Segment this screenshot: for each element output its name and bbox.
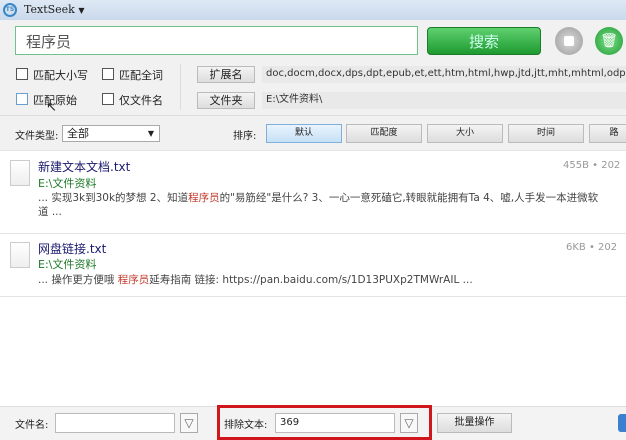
sort-label: 排序: bbox=[233, 131, 257, 142]
filename-input[interactable] bbox=[55, 413, 175, 433]
highlight-box bbox=[217, 405, 432, 440]
result-path[interactable]: E:\文件资料 bbox=[38, 175, 96, 191]
filetype-label: 文件类型: bbox=[15, 131, 59, 142]
sort-relevance-button[interactable]: 匹配度 bbox=[346, 124, 422, 143]
filter-icon[interactable]: ▽ bbox=[180, 413, 198, 433]
result-title[interactable]: 网盘链接.txt bbox=[38, 240, 106, 257]
app-menu[interactable]: TextSeek ▼ bbox=[24, 3, 85, 16]
title-bar: TS TextSeek ▼ bbox=[0, 0, 626, 20]
scroll-up-icon[interactable] bbox=[618, 414, 626, 432]
file-icon bbox=[10, 242, 30, 268]
extension-button[interactable]: 扩展名 bbox=[197, 66, 255, 83]
divider bbox=[0, 296, 626, 297]
batch-operation-button[interactable]: 批量操作 bbox=[437, 413, 512, 433]
folder-field[interactable]: E:\文件资料\ bbox=[262, 92, 626, 109]
divider bbox=[180, 64, 181, 110]
result-title[interactable]: 新建文本文档.txt bbox=[38, 158, 130, 175]
app-logo-icon: TS bbox=[3, 3, 17, 17]
dropdown-icon: ▼ bbox=[78, 6, 85, 15]
file-icon bbox=[10, 160, 30, 186]
filename-only-label: 仅文件名 bbox=[119, 94, 163, 107]
filetype-select[interactable]: 全部 ▼ bbox=[62, 125, 160, 142]
filetype-value: 全部 bbox=[67, 127, 89, 140]
result-snippet: ... 操作更方便哦 程序员延寿指南 链接: https://pan.baidu… bbox=[38, 274, 473, 286]
result-snippet: ... 实现3k到30k的梦想 2、知道程序员的"易筋经"是什么? 3、一心一意… bbox=[38, 192, 599, 204]
match-word-label: 匹配全词 bbox=[119, 69, 163, 82]
result-path[interactable]: E:\文件资料 bbox=[38, 256, 96, 272]
filename-only-checkbox[interactable] bbox=[102, 93, 114, 105]
search-button[interactable]: 搜索 bbox=[427, 27, 541, 55]
divider bbox=[0, 150, 626, 151]
divider bbox=[0, 115, 626, 116]
divider bbox=[0, 233, 626, 234]
result-meta: 6KB • 202 bbox=[566, 242, 618, 253]
sort-size-button[interactable]: 大小 bbox=[427, 124, 503, 143]
result-snippet-line2: 道 ... bbox=[38, 206, 62, 218]
search-input[interactable]: 程序员 bbox=[15, 26, 418, 55]
app-title: TextSeek bbox=[24, 3, 75, 16]
match-case-checkbox[interactable] bbox=[16, 68, 28, 80]
sort-default-button[interactable]: 默认 bbox=[266, 124, 342, 143]
folder-button[interactable]: 文件夹 bbox=[197, 92, 255, 109]
filename-label: 文件名: bbox=[15, 420, 49, 431]
trash-icon[interactable]: 🗑 bbox=[595, 27, 623, 55]
match-case-label: 匹配大小写 bbox=[33, 69, 88, 82]
extension-field[interactable]: doc,docm,docx,dps,dpt,epub,et,ett,htm,ht… bbox=[262, 66, 626, 83]
match-word-checkbox[interactable] bbox=[102, 68, 114, 80]
result-meta: 455B • 202 bbox=[563, 160, 621, 171]
sort-time-button[interactable]: 时间 bbox=[508, 124, 584, 143]
stop-icon[interactable] bbox=[555, 27, 583, 55]
mouse-cursor-icon: ↖ bbox=[46, 100, 57, 115]
sort-path-button[interactable]: 路 bbox=[589, 124, 626, 143]
match-raw-checkbox[interactable] bbox=[16, 93, 28, 105]
chevron-down-icon: ▼ bbox=[147, 129, 154, 138]
